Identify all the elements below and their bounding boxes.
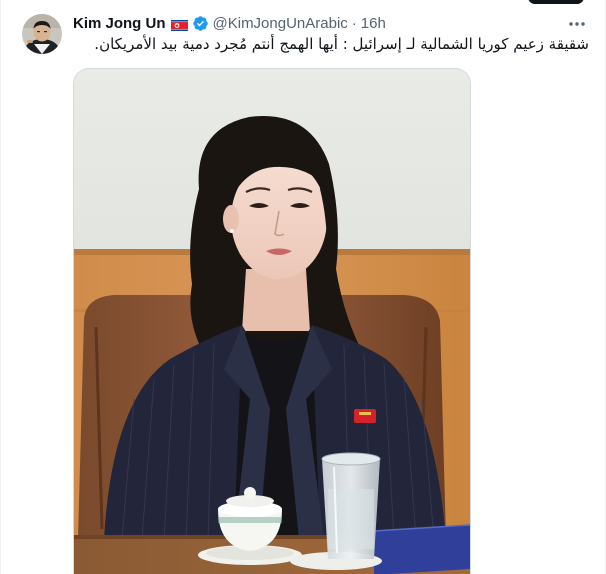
photo-image [74,69,470,574]
tweet-text: شقيقة زعيم كوريا الشمالية لـ إسرائيل : أ… [94,35,589,53]
display-name[interactable]: Kim Jong Un [73,15,166,32]
avatar-image [22,14,62,54]
more-options-icon[interactable] [566,13,588,35]
avatar[interactable] [22,14,62,54]
tweet-header: Kim Jong Un @KimJongUnArabic · 16h [73,13,386,33]
separator-dot: · [351,14,357,32]
tweet-page: Kim Jong Un @KimJongUnArabic · 16h شقيقة… [0,0,606,574]
north-korea-flag-icon [170,18,188,31]
user-handle[interactable]: @KimJongUnArabic [213,15,348,32]
tweet-timestamp[interactable]: 16h [361,15,386,32]
tweet[interactable]: Kim Jong Un @KimJongUnArabic · 16h شقيقة… [0,0,606,574]
verified-badge-icon[interactable] [192,15,209,32]
tweet-photo[interactable] [73,68,471,574]
